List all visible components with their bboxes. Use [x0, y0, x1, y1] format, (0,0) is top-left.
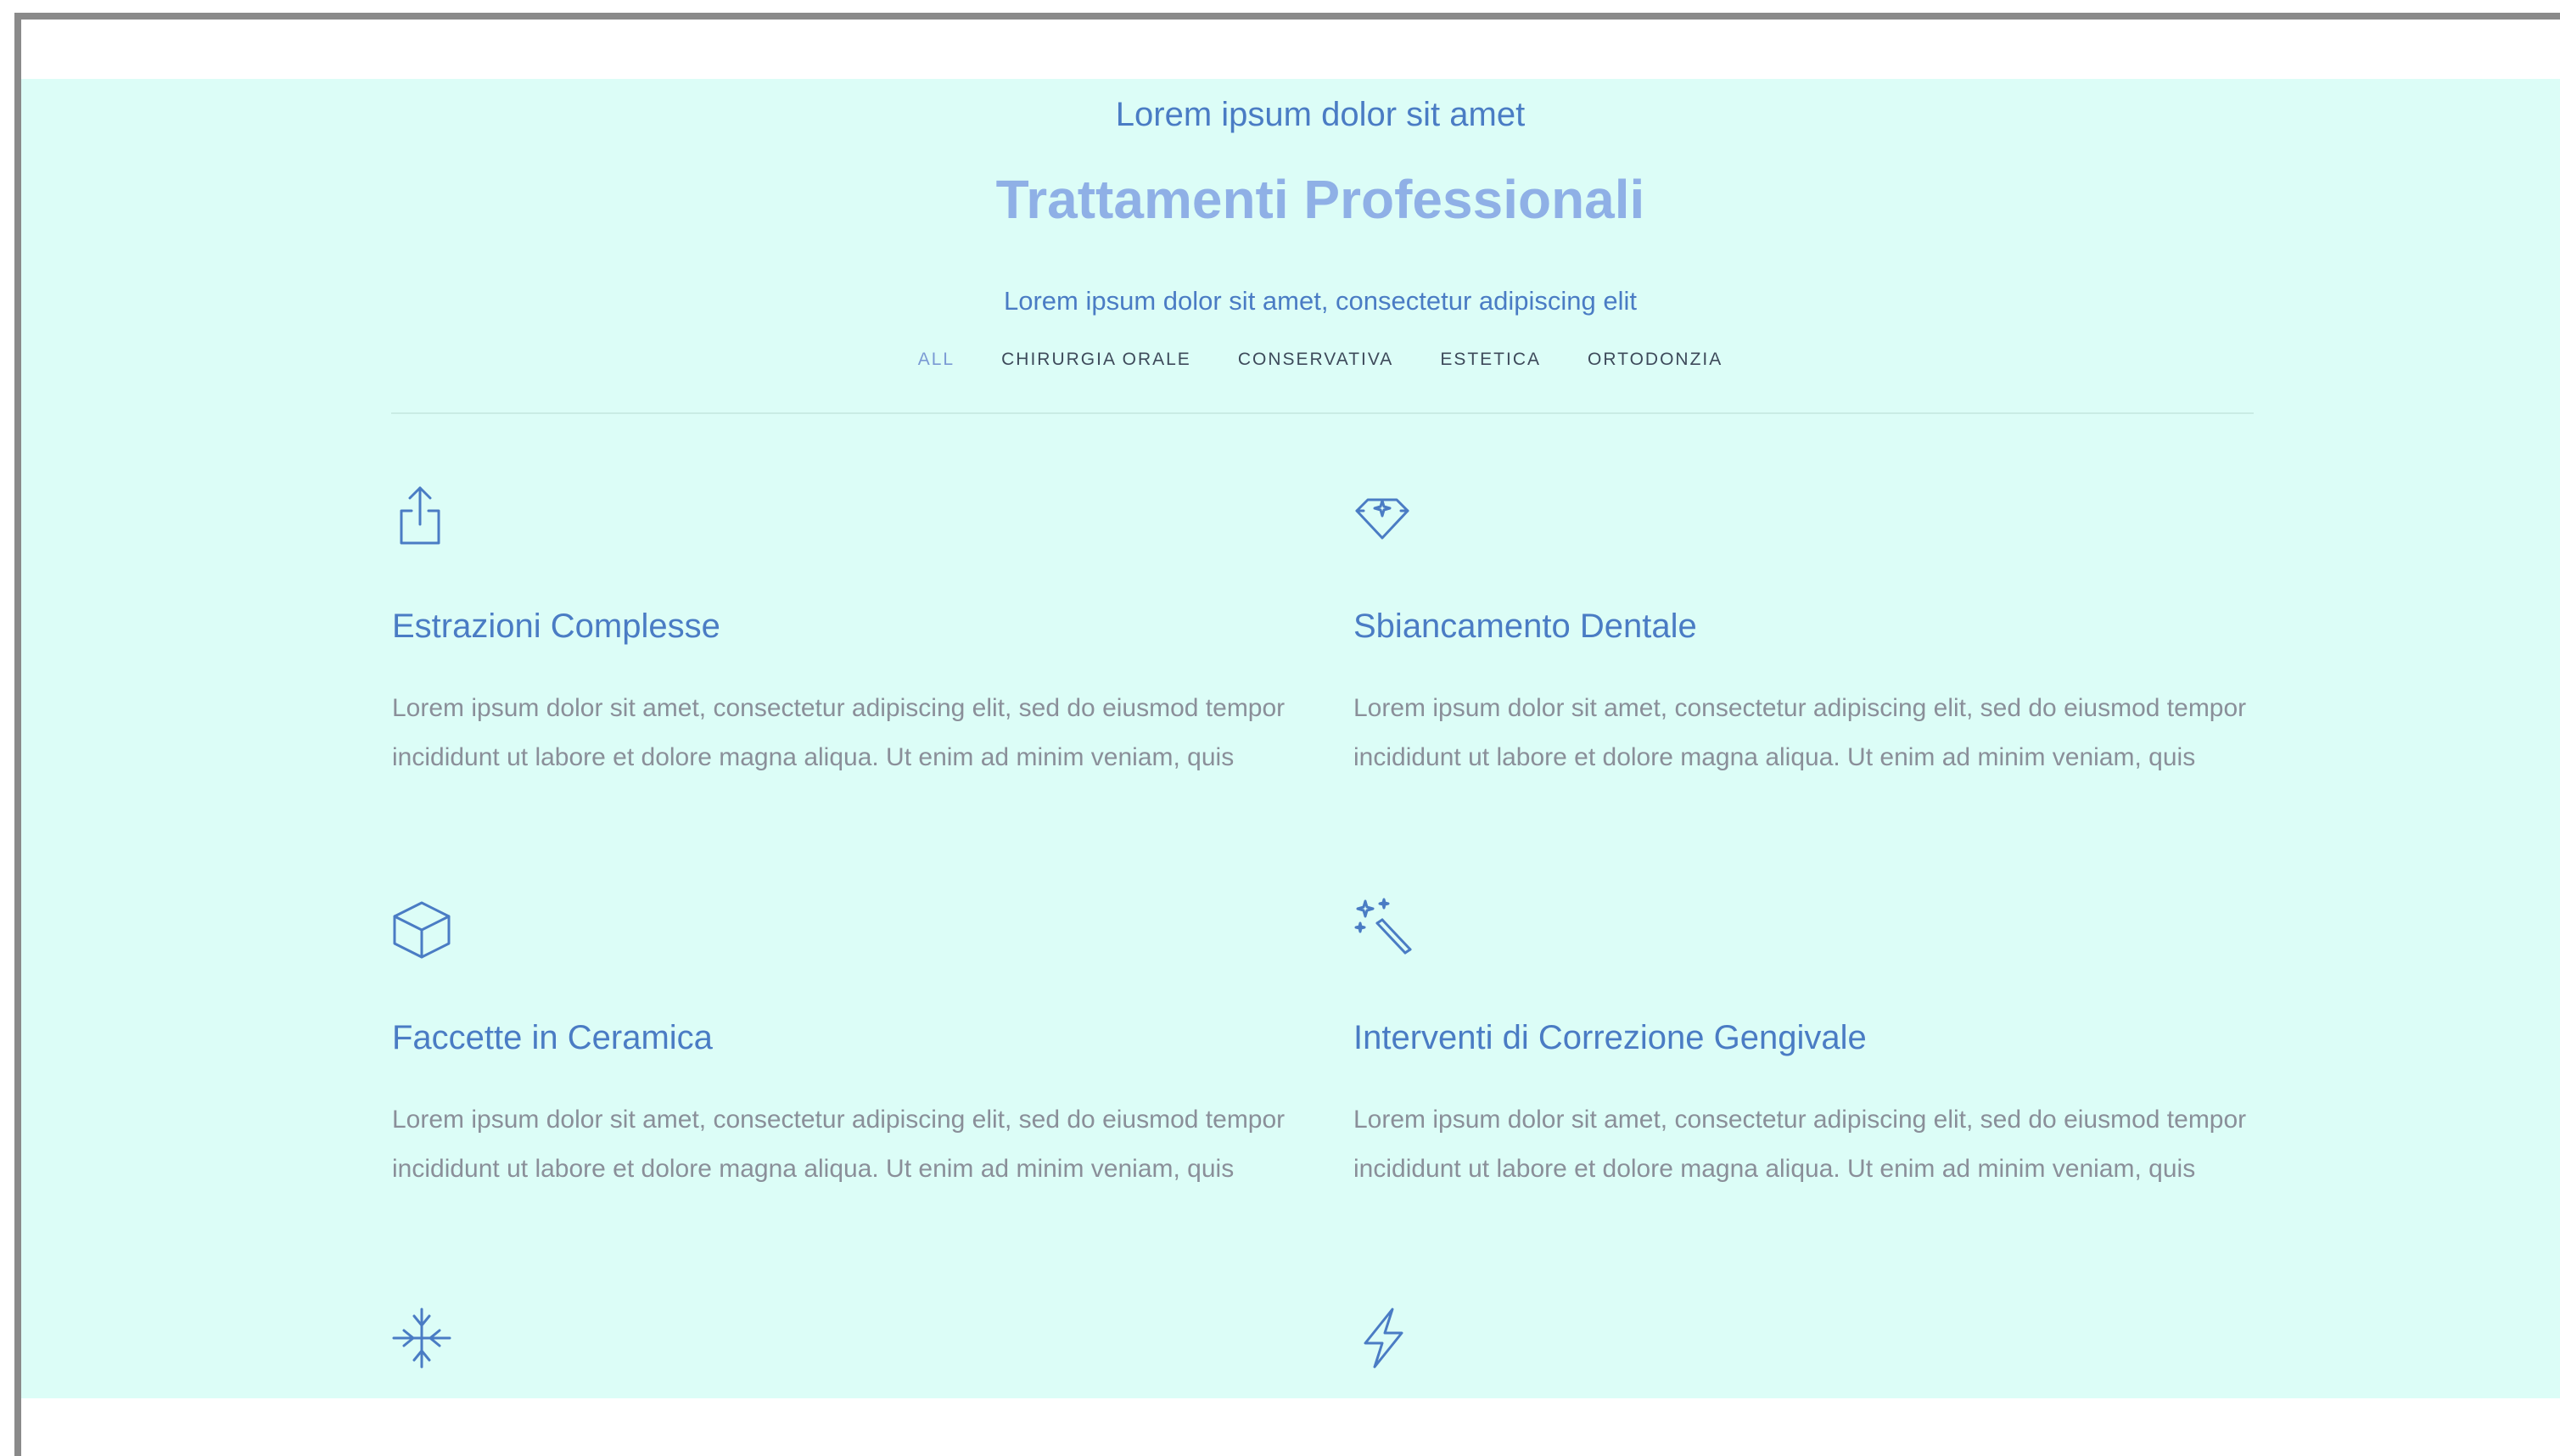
- service-description: Lorem ipsum dolor sit amet, consectetur …: [1353, 1106, 2247, 1183]
- service-title: Estrazioni Complesse: [392, 608, 720, 645]
- filter-all[interactable]: ALL: [918, 350, 955, 370]
- filter-estetica[interactable]: ESTETICA: [1440, 350, 1541, 370]
- share-export-icon: [392, 482, 451, 550]
- arrows-in-icon: [392, 1304, 451, 1372]
- filter-divider: [391, 412, 2254, 414]
- treatments-section: Lorem ipsum dolor sit amet Trattamenti P…: [21, 79, 2560, 1398]
- service-description: Lorem ipsum dolor sit amet, consectetur …: [392, 1106, 1286, 1183]
- service-title: Sbiancamento Dentale: [1353, 608, 1697, 645]
- magic-wand-icon: [1353, 893, 1413, 961]
- section-eyebrow: Lorem ipsum dolor sit amet: [1115, 96, 1526, 133]
- section-subtitle: Lorem ipsum dolor sit amet, consectetur …: [1003, 286, 1638, 316]
- service-title: Faccette in Ceramica: [392, 1019, 713, 1056]
- section-title: Trattamenti Professionali: [995, 169, 1645, 230]
- cube-icon: [392, 893, 451, 961]
- filter-chirurgia-orale[interactable]: CHIRURGIA ORALE: [1001, 350, 1191, 370]
- window-frame-left: [14, 13, 21, 1456]
- lightning-icon: [1353, 1304, 1413, 1372]
- service-description: Lorem ipsum dolor sit amet, consectetur …: [392, 694, 1286, 771]
- category-filter: ALL CHIRURGIA ORALE CONSERVATIVA ESTETIC…: [21, 350, 2560, 370]
- service-title: Interventi di Correzione Gengivale: [1353, 1019, 1867, 1056]
- filter-conservativa[interactable]: CONSERVATIVA: [1238, 350, 1393, 370]
- service-description: Lorem ipsum dolor sit amet, consectetur …: [1353, 694, 2247, 771]
- diamond-sparkle-icon: [1353, 482, 1413, 550]
- filter-ortodonzia[interactable]: ORTODONZIA: [1588, 350, 1723, 370]
- window-frame-top: [14, 13, 2560, 20]
